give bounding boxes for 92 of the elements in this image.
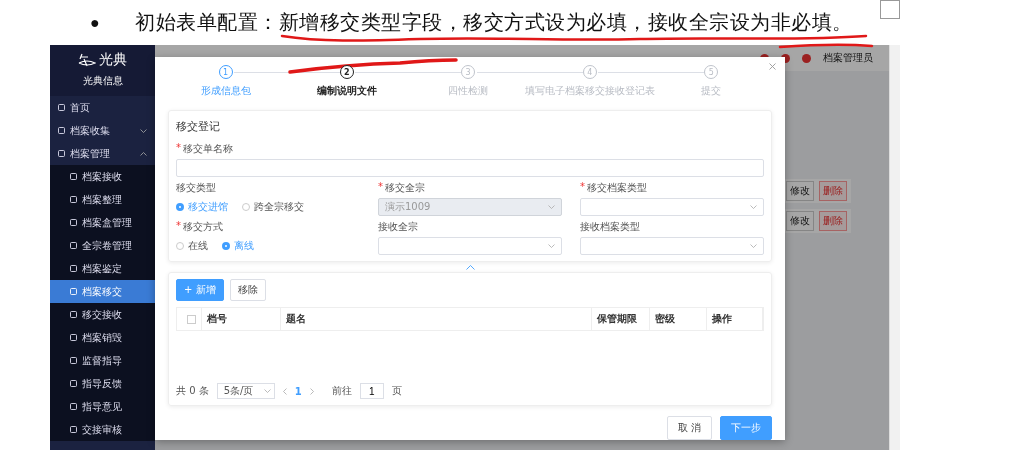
step-number: 4 (582, 65, 597, 79)
column-header: 操作 (712, 312, 732, 326)
text-field[interactable] (176, 159, 764, 177)
field-label: 移交全宗 (385, 181, 425, 195)
user-name[interactable]: 档案管理员 (823, 51, 873, 65)
square-icon (70, 403, 77, 410)
menu-item[interactable]: 档案收集 (50, 119, 155, 142)
select-field[interactable] (580, 198, 764, 216)
paragraph: 初始表单配置：新增移交类型字段，移交方式设为必填，接收全宗设为非必填。 (135, 10, 853, 35)
select-field[interactable] (580, 237, 764, 255)
square-icon (70, 219, 77, 226)
step-number: 2 (339, 65, 354, 79)
square-mark (880, 0, 900, 19)
goto-label: 前往 (331, 384, 352, 398)
cancel-button[interactable]: 取 消 (666, 416, 712, 440)
checkbox[interactable] (187, 314, 196, 324)
edit-button[interactable]: 修改 (786, 211, 814, 231)
page-input[interactable]: 1 (359, 383, 384, 399)
menu-item[interactable]: 档案销毁 (50, 326, 155, 349)
bullet: ● (90, 13, 101, 32)
square-icon (70, 265, 77, 272)
caret-down-icon (750, 244, 757, 248)
form-title: 移交登记 (176, 119, 221, 134)
column-header: 题名 (286, 312, 306, 326)
menu-item[interactable]: 全宗卷管理 (50, 234, 155, 257)
square-icon (70, 196, 77, 203)
square-icon (70, 288, 77, 295)
step-label: 编制说明文件 (316, 84, 377, 98)
required-mark: * (176, 220, 181, 233)
select-field[interactable] (378, 237, 562, 255)
logo-text: 光典 (99, 51, 127, 69)
menu-item[interactable]: 移交接收 (50, 303, 155, 326)
required-mark: * (378, 181, 383, 194)
menu-item[interactable]: 档案管理 (50, 142, 155, 165)
menu-item[interactable]: 档案移交 (50, 280, 155, 303)
step-label: 提交 (701, 84, 722, 98)
menu-item[interactable]: 首页 (50, 96, 155, 119)
caret-down-icon (140, 128, 147, 133)
menu-item[interactable]: 档案盒管理 (50, 211, 155, 234)
caret-up-icon (140, 151, 147, 156)
square-icon (70, 357, 77, 364)
required-mark: * (176, 142, 181, 155)
square-icon (70, 426, 77, 433)
page-unit: 页 (391, 384, 402, 398)
required-mark: * (580, 181, 585, 194)
total-count: 共 0 条 (176, 384, 209, 398)
menu-item[interactable]: 档案整理 (50, 188, 155, 211)
field-label: 移交单名称 (183, 142, 233, 156)
square-icon (70, 242, 77, 249)
next-icon[interactable] (309, 387, 314, 395)
field-label: 接收全宗 (378, 220, 418, 234)
square-icon (70, 380, 77, 387)
badge-icon (802, 53, 811, 63)
field-label: 接收档案类型 (580, 220, 640, 234)
field-label: 移交类型 (176, 181, 216, 195)
square-icon (70, 311, 77, 318)
square-icon (70, 173, 77, 180)
menu-item[interactable]: 档案鉴定 (50, 257, 155, 280)
menu-item[interactable]: 交接审核 (50, 418, 155, 441)
square-icon (58, 150, 65, 157)
logo-icon (78, 53, 96, 67)
page-size-select[interactable]: 5条/页 (216, 383, 275, 399)
previous-icon[interactable] (282, 387, 287, 395)
caret-down-icon (263, 389, 271, 393)
step-label: 形成信息包 (200, 84, 251, 98)
column-header: 密级 (655, 312, 675, 326)
menu-item[interactable]: 档案接收 (50, 165, 155, 188)
menu-item[interactable]: 指导意见 (50, 395, 155, 418)
scrollbar[interactable] (889, 45, 900, 450)
remove-button[interactable]: 移除 (229, 279, 266, 301)
caret-down-icon (548, 205, 555, 209)
field-label: 移交方式 (183, 220, 223, 234)
step-number: 3 (461, 65, 476, 79)
caret-down-icon (750, 205, 757, 209)
step-label: 四性检测 (448, 84, 489, 98)
company-name: 光典信息 (82, 74, 123, 88)
collapse-icon[interactable] (465, 264, 475, 270)
close-icon[interactable] (769, 63, 776, 70)
square-icon (70, 334, 77, 341)
column-header: 档号 (207, 312, 227, 326)
edit-button[interactable]: 修改 (786, 181, 814, 201)
step-number: 5 (704, 65, 719, 79)
menu-item[interactable]: 监督指导 (50, 349, 155, 372)
caret-down-icon (548, 244, 555, 248)
square-icon (58, 127, 65, 134)
radio-option[interactable]: 跨全宗移交 (242, 200, 304, 214)
column-header: 保管期限 (597, 312, 637, 326)
square-icon (58, 104, 65, 111)
step-number: 1 (218, 65, 233, 79)
menu-item[interactable]: 指导反馈 (50, 372, 155, 395)
radio-option[interactable]: 在线 (176, 239, 208, 253)
field-label: 移交档案类型 (587, 181, 647, 195)
